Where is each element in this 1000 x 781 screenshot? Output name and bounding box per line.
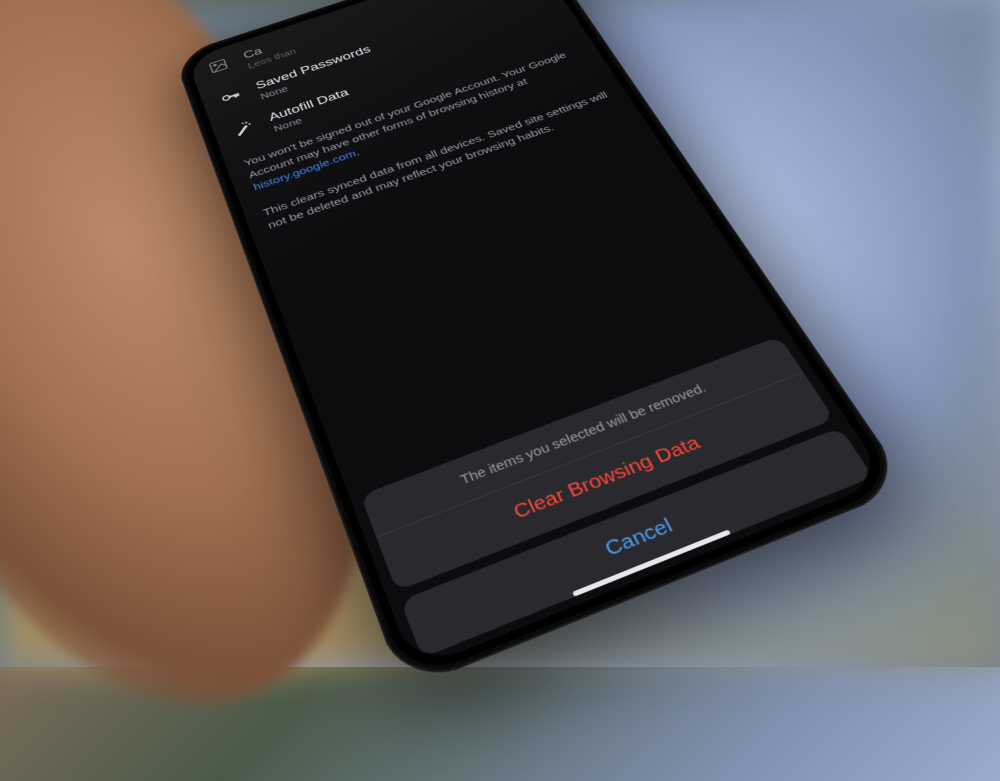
list-item-text: Ca Less than xyxy=(242,35,298,70)
key-icon xyxy=(217,86,243,106)
wand-icon xyxy=(230,118,257,139)
image-icon xyxy=(206,56,232,76)
